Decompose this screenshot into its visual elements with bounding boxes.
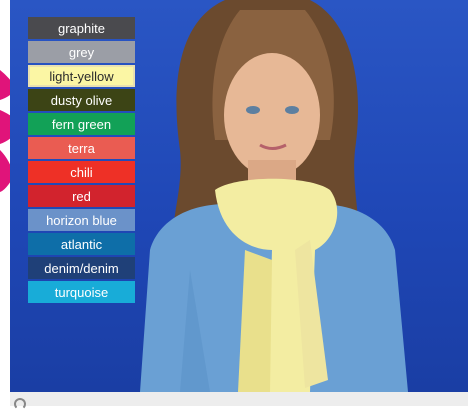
- caption-bar: [10, 392, 468, 406]
- color-swatch-list: graphite grey light-yellow dusty olive f…: [28, 17, 135, 303]
- swatch-denim-denim[interactable]: denim/denim: [28, 257, 135, 279]
- swatch-chili[interactable]: chili: [28, 161, 135, 183]
- swatch-horizon-blue[interactable]: horizon blue: [28, 209, 135, 231]
- product-photo-frame: graphite grey light-yellow dusty olive f…: [10, 0, 468, 392]
- swatch-light-yellow[interactable]: light-yellow: [28, 65, 135, 87]
- swatch-turquoise[interactable]: turquoise: [28, 281, 135, 303]
- swatch-atlantic[interactable]: atlantic: [28, 233, 135, 255]
- swatch-dusty-olive[interactable]: dusty olive: [28, 89, 135, 111]
- swatch-red[interactable]: red: [28, 185, 135, 207]
- caption-icon: [14, 398, 26, 410]
- swatch-terra[interactable]: terra: [28, 137, 135, 159]
- swatch-grey[interactable]: grey: [28, 41, 135, 63]
- swatch-fern-green[interactable]: fern green: [28, 113, 135, 135]
- swatch-graphite[interactable]: graphite: [28, 17, 135, 39]
